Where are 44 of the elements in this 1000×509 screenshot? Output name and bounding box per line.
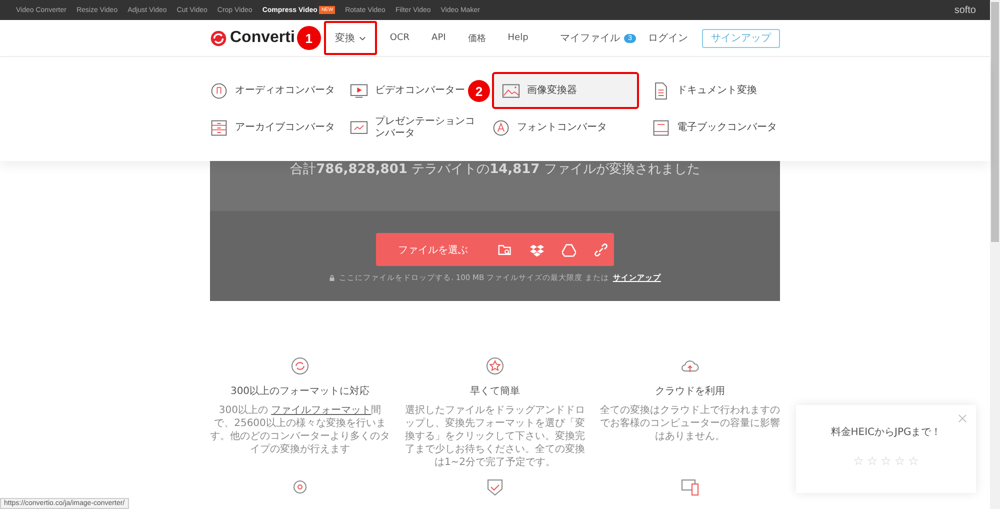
- menu-item[interactable]: フォントコンバータ: [492, 109, 607, 146]
- sync-icon: [290, 356, 310, 376]
- dropbox-icon[interactable]: [530, 242, 544, 256]
- lock-icon: [329, 275, 336, 281]
- image-icon: [502, 82, 520, 100]
- menu-item[interactable]: プレゼンテーションコンバータ: [350, 109, 475, 146]
- monitor-play-icon: [350, 82, 368, 100]
- folder-search-icon[interactable]: [498, 242, 512, 256]
- link-icon[interactable]: [594, 242, 608, 256]
- nav-link[interactable]: Help: [498, 25, 538, 51]
- feature-description: 全ての変換はクラウド上で行われますのでお客様のコンピューターの容量に影響はありません。: [600, 404, 780, 443]
- popup-text: 料金HEICからJPGまで！: [830, 426, 942, 439]
- font-icon: [492, 118, 510, 136]
- feature-description: 300以上の ファイルフォーマット 間で、25600以上の様々な変換を行います。他のどのコンバーターより多くのタイプの変換が行えます: [210, 404, 390, 456]
- nav-link[interactable]: 価格: [458, 24, 495, 52]
- feature-title: クラウドを利用: [655, 384, 725, 398]
- annotation-marker: 1: [296, 26, 321, 50]
- nav-link[interactable]: OCR: [380, 25, 419, 51]
- login-link[interactable]: ログイン: [648, 31, 688, 45]
- devices-icon: [680, 477, 700, 497]
- menu-item[interactable]: 電子ブックコンバータ: [652, 109, 777, 146]
- caret-icon: [358, 36, 366, 40]
- format-link[interactable]: ファイルフォーマット: [271, 405, 372, 416]
- close-icon[interactable]: [958, 414, 967, 423]
- stats-text: 合計786,828,801 テラバイトの14,817 ファイルが変換されました: [210, 161, 780, 211]
- menu-item[interactable]: アーカイブコンバータ: [210, 109, 335, 146]
- logo-icon: [210, 30, 227, 46]
- chart-screen-icon: [350, 118, 368, 136]
- archive-icon: [210, 118, 228, 136]
- nav-link[interactable]: 変換: [324, 21, 377, 55]
- feature-title: 早くて簡単: [470, 385, 520, 398]
- book-icon: [652, 118, 670, 136]
- annotation-marker: 2: [468, 80, 490, 102]
- menu-item[interactable]: ドキュメント変換: [652, 72, 757, 109]
- nav-link[interactable]: API: [422, 25, 455, 51]
- feature-description: 選択したファイルをドラッグアンドドロップし、変換先フォーマットを選び「変換する」をクリックして下さい。変換完了まで少しお待ちください。全ての変換は1~2分で完了予定です。: [405, 404, 585, 469]
- scrollbar[interactable]: [990, 0, 1000, 509]
- feature-title: 300以上のフォーマットに対応: [230, 384, 370, 398]
- document-icon: [652, 82, 670, 100]
- menu-item[interactable]: オーディオコンバータ: [210, 72, 335, 109]
- logo-text[interactable]: Converti: [230, 29, 295, 47]
- brand-logo[interactable]: softo: [954, 4, 976, 16]
- shield-icon: [485, 477, 505, 497]
- menu-item[interactable]: ビデオコンバーター: [350, 72, 465, 109]
